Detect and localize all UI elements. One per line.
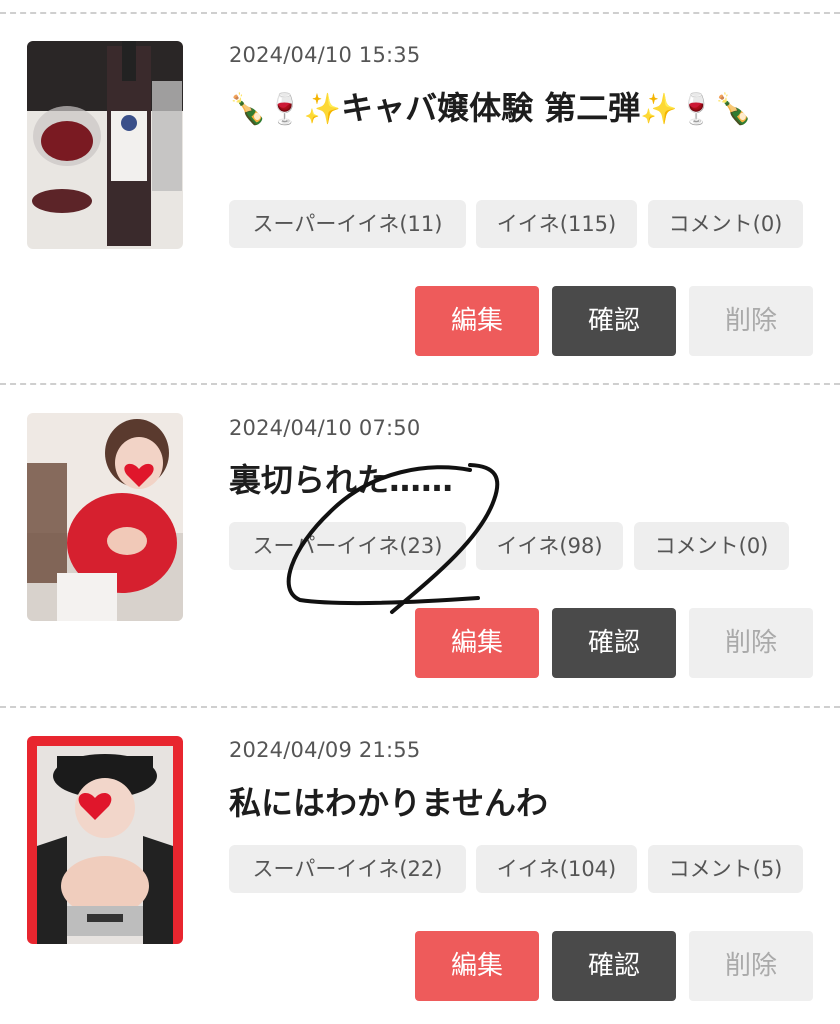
confirm-button[interactable]: 確認 (552, 931, 676, 1001)
post-thumbnail[interactable] (27, 736, 183, 944)
post-title[interactable]: 私にはわかりませんわ (229, 775, 809, 831)
post-item: 2024/04/09 21:55 私にはわかりませんわ スーパーイイネ(22) … (0, 0, 840, 1024)
comment-chip[interactable]: コメント(5) (648, 845, 803, 893)
delete-button[interactable]: 削除 (689, 931, 813, 1001)
super-like-chip[interactable]: スーパーイイネ(22) (229, 845, 466, 893)
edit-button[interactable]: 編集 (415, 931, 539, 1001)
like-chip[interactable]: イイネ(104) (476, 845, 637, 893)
post-date: 2024/04/09 21:55 (229, 738, 421, 762)
